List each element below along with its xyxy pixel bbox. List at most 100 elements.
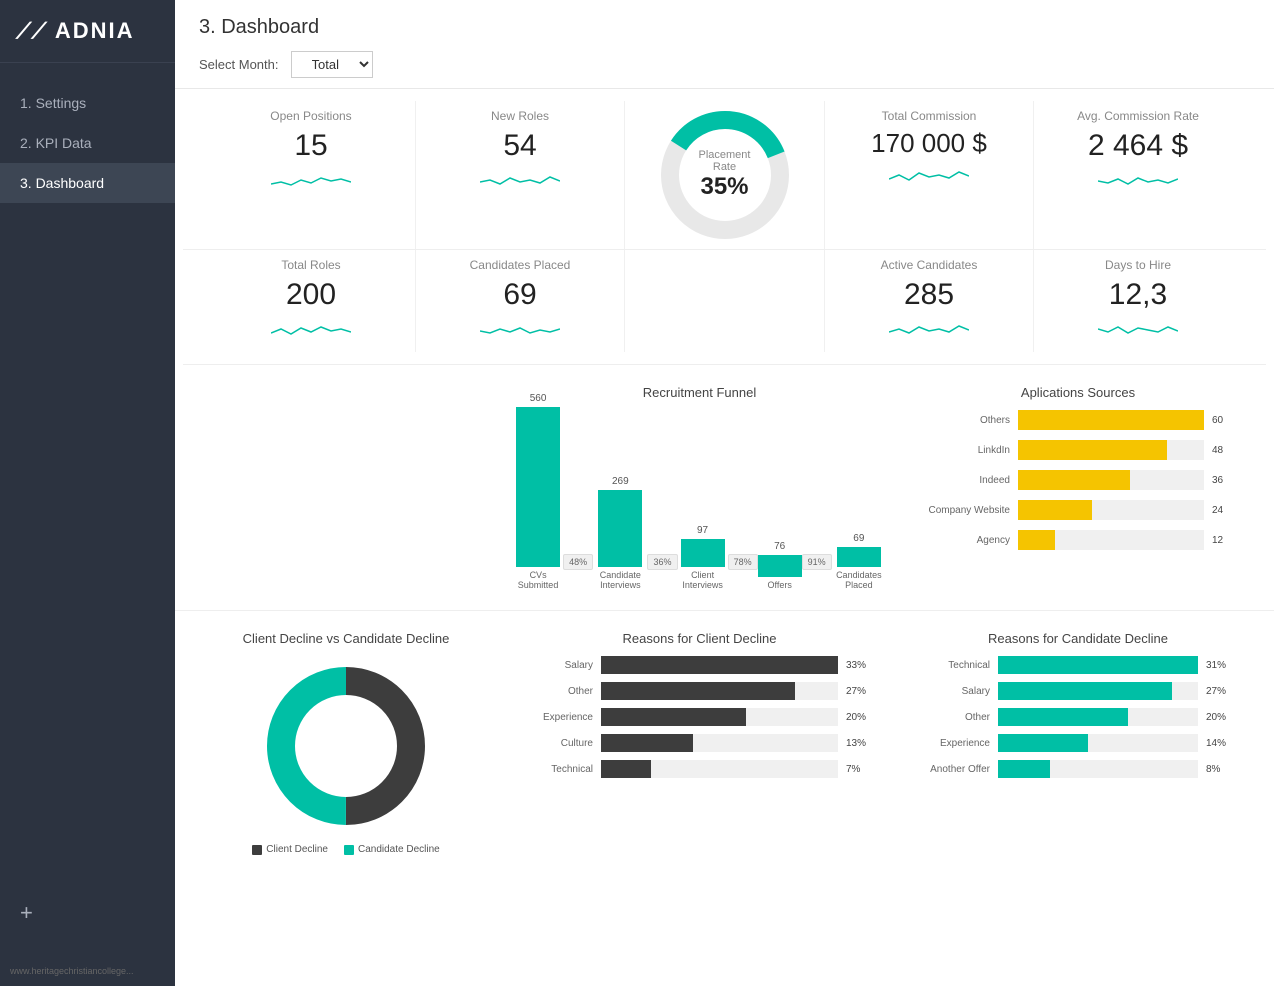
sidebar-item-dashboard[interactable]: 3. Dashboard bbox=[0, 163, 175, 203]
logo-icon: ⟋⟋ bbox=[16, 18, 47, 44]
placement-rate-label: Placement Rate bbox=[690, 149, 760, 173]
add-button[interactable]: + bbox=[20, 900, 33, 926]
new-roles-sparkline bbox=[480, 170, 560, 190]
kpi-active-candidates-value: 285 bbox=[837, 278, 1021, 311]
reason-client-technical: Technical 7% bbox=[523, 760, 876, 778]
app-bar-linkedin: LinkdIn 48 bbox=[920, 440, 1236, 460]
reason-client-experience: Experience 20% bbox=[523, 708, 876, 726]
app-fill-indeed bbox=[1018, 470, 1130, 490]
reason-cand-salary: Salary 27% bbox=[920, 682, 1236, 700]
reason-fill bbox=[601, 682, 795, 700]
reason-cand-technical: Technical 31% bbox=[920, 656, 1236, 674]
placement-donut-label: Placement Rate 35% bbox=[690, 149, 760, 201]
reason-bg bbox=[601, 708, 838, 726]
sidebar: ⟋⟋ ADNIA 1. Settings 2. KPI Data 3. Dash… bbox=[0, 0, 175, 986]
reason-fill bbox=[601, 656, 838, 674]
app-sources-panel: Aplications Sources Others 60 LinkdIn 48 bbox=[898, 375, 1258, 600]
legend-client: Client Decline bbox=[252, 844, 328, 855]
funnel-bars: 560 CVs Submitted 48% 269 Candidate Inte… bbox=[513, 410, 886, 590]
app-bg-others bbox=[1018, 410, 1204, 430]
app-label-linkedin: LinkdIn bbox=[920, 445, 1010, 456]
avg-commission-sparkline bbox=[1098, 170, 1178, 190]
funnel-bar-candidate-interviews: 269 Candidate Interviews bbox=[593, 476, 647, 590]
kpi-open-positions-label: Open Positions bbox=[219, 109, 403, 123]
kpi-days-to-hire-value: 12,3 bbox=[1046, 278, 1230, 311]
candidate-pct-label: 50% bbox=[362, 739, 386, 753]
reason-fill bbox=[998, 760, 1050, 778]
app-bar-agency: Agency 12 bbox=[920, 530, 1236, 550]
funnel-client-value: 97 bbox=[697, 525, 708, 536]
reason-client-culture: Culture 13% bbox=[523, 734, 876, 752]
sidebar-item-settings[interactable]: 1. Settings bbox=[0, 83, 175, 123]
funnel-placed-bar bbox=[837, 547, 881, 567]
month-select[interactable]: Total bbox=[291, 51, 373, 78]
placement-rate-value: 35% bbox=[690, 173, 760, 201]
app-bg-indeed bbox=[1018, 470, 1204, 490]
reasons-client-title: Reasons for Client Decline bbox=[513, 631, 886, 646]
reason-fill bbox=[998, 708, 1128, 726]
reasons-candidate-title: Reasons for Candidate Decline bbox=[910, 631, 1246, 646]
reason-pct: 20% bbox=[846, 712, 876, 723]
app-bar-website: Company Website 24 bbox=[920, 500, 1236, 520]
reason-pct: 8% bbox=[1206, 764, 1236, 775]
funnel-offers-bar bbox=[758, 555, 802, 577]
filter-label: Select Month: bbox=[199, 57, 279, 72]
decline-legend: Client Decline Candidate Decline bbox=[203, 844, 489, 855]
kpi-candidates-placed-label: Candidates Placed bbox=[428, 258, 612, 272]
reason-label: Other bbox=[920, 712, 990, 723]
legend-client-dot bbox=[252, 845, 262, 855]
legend-client-label: Client Decline bbox=[266, 844, 328, 855]
page-title: 3. Dashboard bbox=[199, 16, 1250, 39]
app-label-others: Others bbox=[920, 415, 1010, 426]
reason-cand-another-offer: Another Offer 8% bbox=[920, 760, 1236, 778]
funnel-placed-value: 69 bbox=[853, 533, 864, 544]
filter-row: Select Month: Total bbox=[199, 51, 1250, 78]
app-bg-website bbox=[1018, 500, 1204, 520]
charts-row-2: Client Decline vs Candidate Decline 50% … bbox=[175, 611, 1274, 885]
total-commission-sparkline bbox=[889, 166, 969, 186]
funnel-client-bar bbox=[681, 539, 725, 567]
recruitment-funnel-panel: Recruitment Funnel 560 CVs Submitted 48%… bbox=[501, 375, 898, 600]
reason-pct: 27% bbox=[846, 686, 876, 697]
kpi-new-roles: New Roles 54 bbox=[416, 101, 625, 249]
reason-bg bbox=[601, 734, 838, 752]
funnel-bar-client-interviews: 97 Client Interviews bbox=[678, 525, 728, 590]
reasons-client-bars: Salary 33% Other 27% Experience bbox=[513, 656, 886, 778]
app-sources-bars: Others 60 LinkdIn 48 Indeed bbox=[910, 410, 1246, 550]
active-candidates-sparkline bbox=[889, 319, 969, 339]
reason-bg bbox=[601, 656, 838, 674]
app-label-website: Company Website bbox=[920, 505, 1010, 516]
legend-candidate-label: Candidate Decline bbox=[358, 844, 440, 855]
app-fill-website bbox=[1018, 500, 1092, 520]
reason-pct: 7% bbox=[846, 764, 876, 775]
funnel-offers-label: Offers bbox=[767, 580, 791, 590]
kpi-total-roles: Total Roles 200 bbox=[207, 250, 416, 352]
app-val-others: 60 bbox=[1212, 415, 1236, 426]
funnel-bar-offers: 76 Offers bbox=[758, 541, 802, 590]
reason-bg bbox=[601, 682, 838, 700]
kpi-active-candidates-label: Active Candidates bbox=[837, 258, 1021, 272]
reason-pct: 14% bbox=[1206, 738, 1236, 749]
funnel-pct-2: 36% bbox=[647, 554, 677, 590]
app-val-linkedin: 48 bbox=[1212, 445, 1236, 456]
funnel-cvs-label: CVs Submitted bbox=[513, 570, 563, 590]
charts-row-1: Recruitment Funnel 560 CVs Submitted 48%… bbox=[175, 365, 1274, 611]
decline-donut-svg bbox=[256, 656, 436, 836]
kpi-avg-commission: Avg. Commission Rate 2 464 $ bbox=[1034, 101, 1242, 249]
reason-cand-experience: Experience 14% bbox=[920, 734, 1236, 752]
funnel-title: Recruitment Funnel bbox=[513, 385, 886, 400]
sidebar-item-kpi[interactable]: 2. KPI Data bbox=[0, 123, 175, 163]
decline-donut: 50% 50% bbox=[256, 656, 436, 836]
reason-fill bbox=[998, 656, 1198, 674]
app-bg-agency bbox=[1018, 530, 1204, 550]
reason-bg bbox=[601, 760, 838, 778]
funnel-pct-3: 78% bbox=[728, 554, 758, 590]
app-sources-title: Aplications Sources bbox=[910, 385, 1246, 400]
reason-label: Salary bbox=[523, 660, 593, 671]
funnel-ci-label: Candidate Interviews bbox=[593, 570, 647, 590]
reason-bg bbox=[998, 682, 1198, 700]
reason-label: Experience bbox=[920, 738, 990, 749]
page-header: 3. Dashboard Select Month: Total bbox=[175, 0, 1274, 89]
kpi-total-commission-value: 170 000 $ bbox=[837, 129, 1021, 158]
reason-fill bbox=[601, 734, 693, 752]
